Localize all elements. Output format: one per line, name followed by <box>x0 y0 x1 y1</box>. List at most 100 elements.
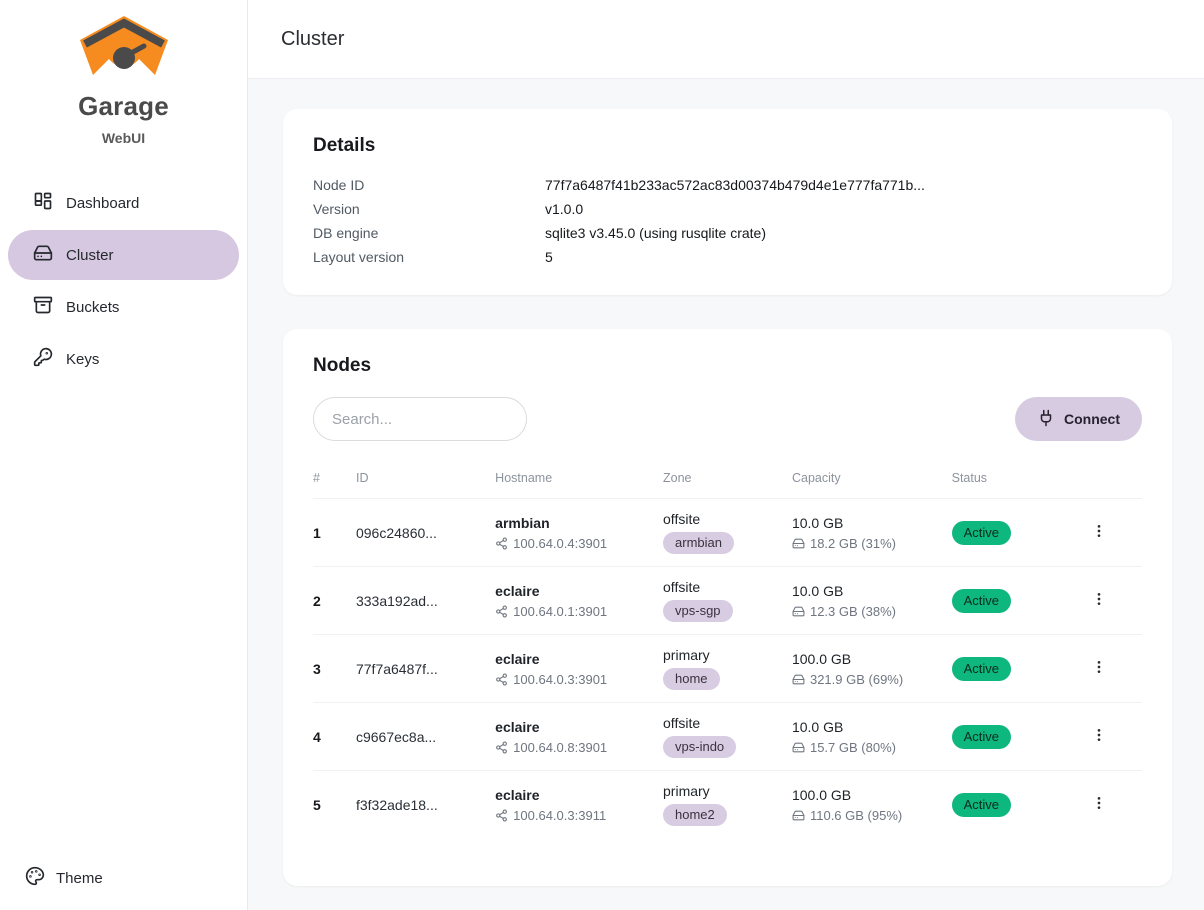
node-used: 321.9 GB (69%) <box>810 672 903 687</box>
dashboard-icon <box>33 191 53 215</box>
node-zone-cell: primary home2 <box>663 771 792 839</box>
node-hostname-cell: eclaire 100.64.0.1:3901 <box>495 567 663 635</box>
drive-icon <box>792 537 805 550</box>
node-index: 1 <box>313 499 356 567</box>
theme-label: Theme <box>56 870 103 887</box>
node-zone-tag: vps-sgp <box>663 600 733 622</box>
node-used: 15.7 GB (80%) <box>810 740 896 755</box>
row-menu-button[interactable] <box>1081 723 1117 750</box>
node-id: 333a192ad... <box>356 567 495 635</box>
row-menu-button[interactable] <box>1081 791 1117 818</box>
share-icon <box>495 673 508 686</box>
sidebar-item-keys[interactable]: Keys <box>8 334 239 384</box>
node-hostname-cell: eclaire 100.64.0.3:3901 <box>495 635 663 703</box>
more-vertical-icon <box>1091 659 1107 675</box>
row-menu-button[interactable] <box>1081 519 1117 546</box>
row-menu-button[interactable] <box>1081 655 1117 682</box>
node-hostname-cell: armbian 100.64.0.4:3901 <box>495 499 663 567</box>
detail-label: Node ID <box>313 173 545 197</box>
node-used-line: 110.6 GB (95%) <box>792 808 952 823</box>
node-zone-cell: offsite armbian <box>663 499 792 567</box>
status-badge: Active <box>952 521 1011 545</box>
col-header-hostname: Hostname <box>495 465 663 499</box>
drive-icon <box>792 673 805 686</box>
node-used-line: 12.3 GB (38%) <box>792 604 952 619</box>
detail-value: sqlite3 v3.45.0 (using rusqlite crate) <box>545 221 766 245</box>
node-zone-cell: offsite vps-sgp <box>663 567 792 635</box>
detail-label: Layout version <box>313 245 545 269</box>
node-address-line: 100.64.0.3:3901 <box>495 672 663 687</box>
node-status-cell: Active <box>952 567 1081 635</box>
connect-button[interactable]: Connect <box>1015 397 1142 441</box>
more-vertical-icon <box>1091 795 1107 811</box>
node-id: f3f32ade18... <box>356 771 495 839</box>
node-id: 77f7a6487f... <box>356 635 495 703</box>
table-row: 1 096c24860... armbian 100.64.0.4:3901 <box>313 499 1142 567</box>
node-status-cell: Active <box>952 499 1081 567</box>
status-badge: Active <box>952 793 1011 817</box>
sidebar-item-cluster[interactable]: Cluster <box>8 230 239 280</box>
sidebar-nav: Dashboard Cluster Buckets Keys <box>0 178 247 384</box>
detail-label: Version <box>313 197 545 221</box>
node-menu-cell <box>1081 499 1142 567</box>
col-header-zone: Zone <box>663 465 792 499</box>
row-menu-button[interactable] <box>1081 587 1117 614</box>
node-address: 100.64.0.4:3901 <box>513 536 607 551</box>
table-row: 2 333a192ad... eclaire 100.64.0.1:3901 <box>313 567 1142 635</box>
sidebar-item-buckets[interactable]: Buckets <box>8 282 239 332</box>
logo: Garage WebUI <box>0 0 247 146</box>
node-zone-cell: primary home <box>663 635 792 703</box>
node-menu-cell <box>1081 567 1142 635</box>
node-menu-cell <box>1081 771 1142 839</box>
sidebar-item-label: Dashboard <box>66 195 139 212</box>
nodes-card: Nodes Connect # ID <box>283 329 1172 886</box>
detail-value: v1.0.0 <box>545 197 583 221</box>
key-icon <box>33 347 53 371</box>
search-input[interactable] <box>313 397 527 441</box>
theme-button[interactable]: Theme <box>25 866 103 890</box>
node-capacity: 10.0 GB <box>792 583 952 599</box>
more-vertical-icon <box>1091 591 1107 607</box>
drive-icon <box>792 741 805 754</box>
topbar: Cluster <box>248 0 1204 79</box>
share-icon <box>495 605 508 618</box>
node-address: 100.64.0.3:3901 <box>513 672 607 687</box>
node-hostname-cell: eclaire 100.64.0.8:3901 <box>495 703 663 771</box>
share-icon <box>495 741 508 754</box>
node-used-line: 321.9 GB (69%) <box>792 672 952 687</box>
col-header-capacity: Capacity <box>792 465 952 499</box>
node-zone: offsite <box>663 715 792 731</box>
detail-value: 77f7a6487f41b233ac572ac83d00374b479d4e1e… <box>545 173 925 197</box>
node-index: 5 <box>313 771 356 839</box>
col-header-id: ID <box>356 465 495 499</box>
node-used: 110.6 GB (95%) <box>810 808 902 823</box>
node-status-cell: Active <box>952 771 1081 839</box>
share-icon <box>495 537 508 550</box>
detail-label: DB engine <box>313 221 545 245</box>
node-hostname-cell: eclaire 100.64.0.3:3911 <box>495 771 663 839</box>
sidebar-item-dashboard[interactable]: Dashboard <box>8 178 239 228</box>
node-zone-tag: home2 <box>663 804 727 826</box>
node-capacity-cell: 100.0 GB 321.9 GB (69%) <box>792 635 952 703</box>
node-used-line: 18.2 GB (31%) <box>792 536 952 551</box>
node-address-line: 100.64.0.8:3901 <box>495 740 663 755</box>
node-hostname: eclaire <box>495 583 663 599</box>
share-icon <box>495 809 508 822</box>
status-badge: Active <box>952 657 1011 681</box>
hard-drive-icon <box>33 243 53 267</box>
node-id: 096c24860... <box>356 499 495 567</box>
connect-label: Connect <box>1064 411 1120 427</box>
drive-icon <box>792 605 805 618</box>
plug-icon <box>1037 409 1055 430</box>
node-used-line: 15.7 GB (80%) <box>792 740 952 755</box>
app-root: Garage WebUI Dashboard Cluster Bucket <box>0 0 1204 910</box>
details-title: Details <box>313 135 1142 157</box>
node-status-cell: Active <box>952 703 1081 771</box>
node-hostname: armbian <box>495 515 663 531</box>
detail-value: 5 <box>545 245 553 269</box>
node-zone: offsite <box>663 511 792 527</box>
drive-icon <box>792 809 805 822</box>
col-header-status: Status <box>952 465 1081 499</box>
node-status-cell: Active <box>952 635 1081 703</box>
detail-row: Version v1.0.0 <box>313 197 1142 221</box>
